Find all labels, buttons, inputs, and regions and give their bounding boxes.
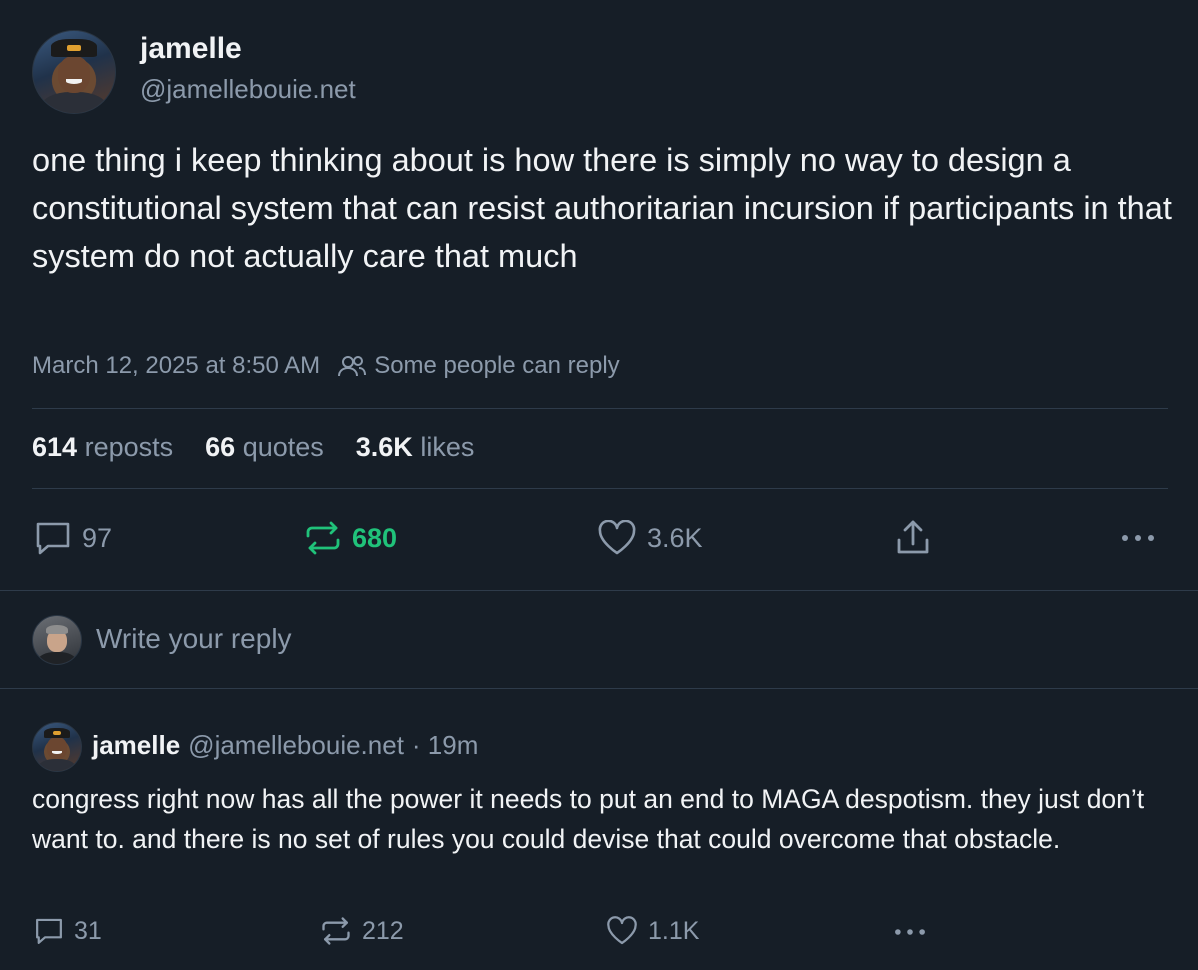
reply-repost-button[interactable]: 212 [320,916,404,946]
repost-icon [322,917,350,945]
reply-author-name[interactable]: jamelle [92,730,180,761]
reply-bubble-icon [36,522,70,555]
reply-reply-count: 31 [74,916,102,945]
divider [32,408,1168,409]
reply-more-options-button[interactable] [892,918,928,946]
reposts-count: 614 [32,432,78,462]
likes-stat[interactable]: 3.6K likes [356,432,475,463]
post-meta: March 12, 2025 at 8:50 AM Some people ca… [32,352,620,380]
more-dots-icon [1122,535,1154,541]
divider [32,488,1168,489]
reposts-stat[interactable]: 614 reposts [32,432,173,463]
heart-icon [607,916,637,945]
reply-repost-count: 212 [362,916,404,945]
post-timestamp[interactable]: March 12, 2025 at 8:50 AM [32,352,320,380]
reply-like-button[interactable]: 1.1K [606,916,699,946]
section-divider [0,590,1198,591]
likes-label: likes [420,432,475,462]
reply-author-avatar[interactable] [32,722,82,772]
reply-reply-button[interactable]: 31 [34,916,102,946]
post-text: one thing i keep thinking about is how t… [32,142,1172,274]
share-button[interactable] [894,518,932,558]
author-handle[interactable]: @jamellebouie.net [140,74,356,105]
quotes-label: quotes [242,432,324,462]
reply-count: 97 [82,522,113,553]
author-name[interactable]: jamelle [140,32,242,66]
reply-like-count: 1.1K [648,916,700,945]
reply-age[interactable]: · 19m [412,730,478,761]
like-button[interactable]: 3.6K [597,520,703,556]
reply-author-handle[interactable]: @jamellebouie.net [188,730,404,761]
author-avatar[interactable] [32,30,116,114]
reply-restriction[interactable]: Some people can reply [338,352,620,380]
reposts-label: reposts [84,432,174,462]
share-icon [897,520,929,554]
reply-restriction-label: Some people can reply [374,352,620,379]
people-icon [338,356,367,377]
post-stats: 614 reposts 66 quotes 3.6K likes [32,432,474,463]
reply-bubble-icon [36,918,62,944]
repost-button[interactable]: 680 [304,520,397,556]
reply-text: congress right now has all the power it … [32,784,1145,854]
repost-count: 680 [352,522,398,553]
likes-count: 3.6K [355,432,413,462]
reply-composer-input[interactable]: Write your reply [96,623,292,655]
more-dots-icon [895,929,925,935]
like-count: 3.6K [647,522,703,553]
quotes-count: 66 [205,432,236,462]
reply-button[interactable]: 97 [34,520,112,556]
reply-header: jamelle @jamellebouie.net · 19m [92,730,478,761]
quotes-stat[interactable]: 66 quotes [205,432,324,463]
current-user-avatar [32,615,82,665]
more-options-button[interactable] [1120,522,1156,552]
repost-icon [306,521,340,555]
section-divider [0,688,1198,689]
heart-icon [598,520,636,555]
